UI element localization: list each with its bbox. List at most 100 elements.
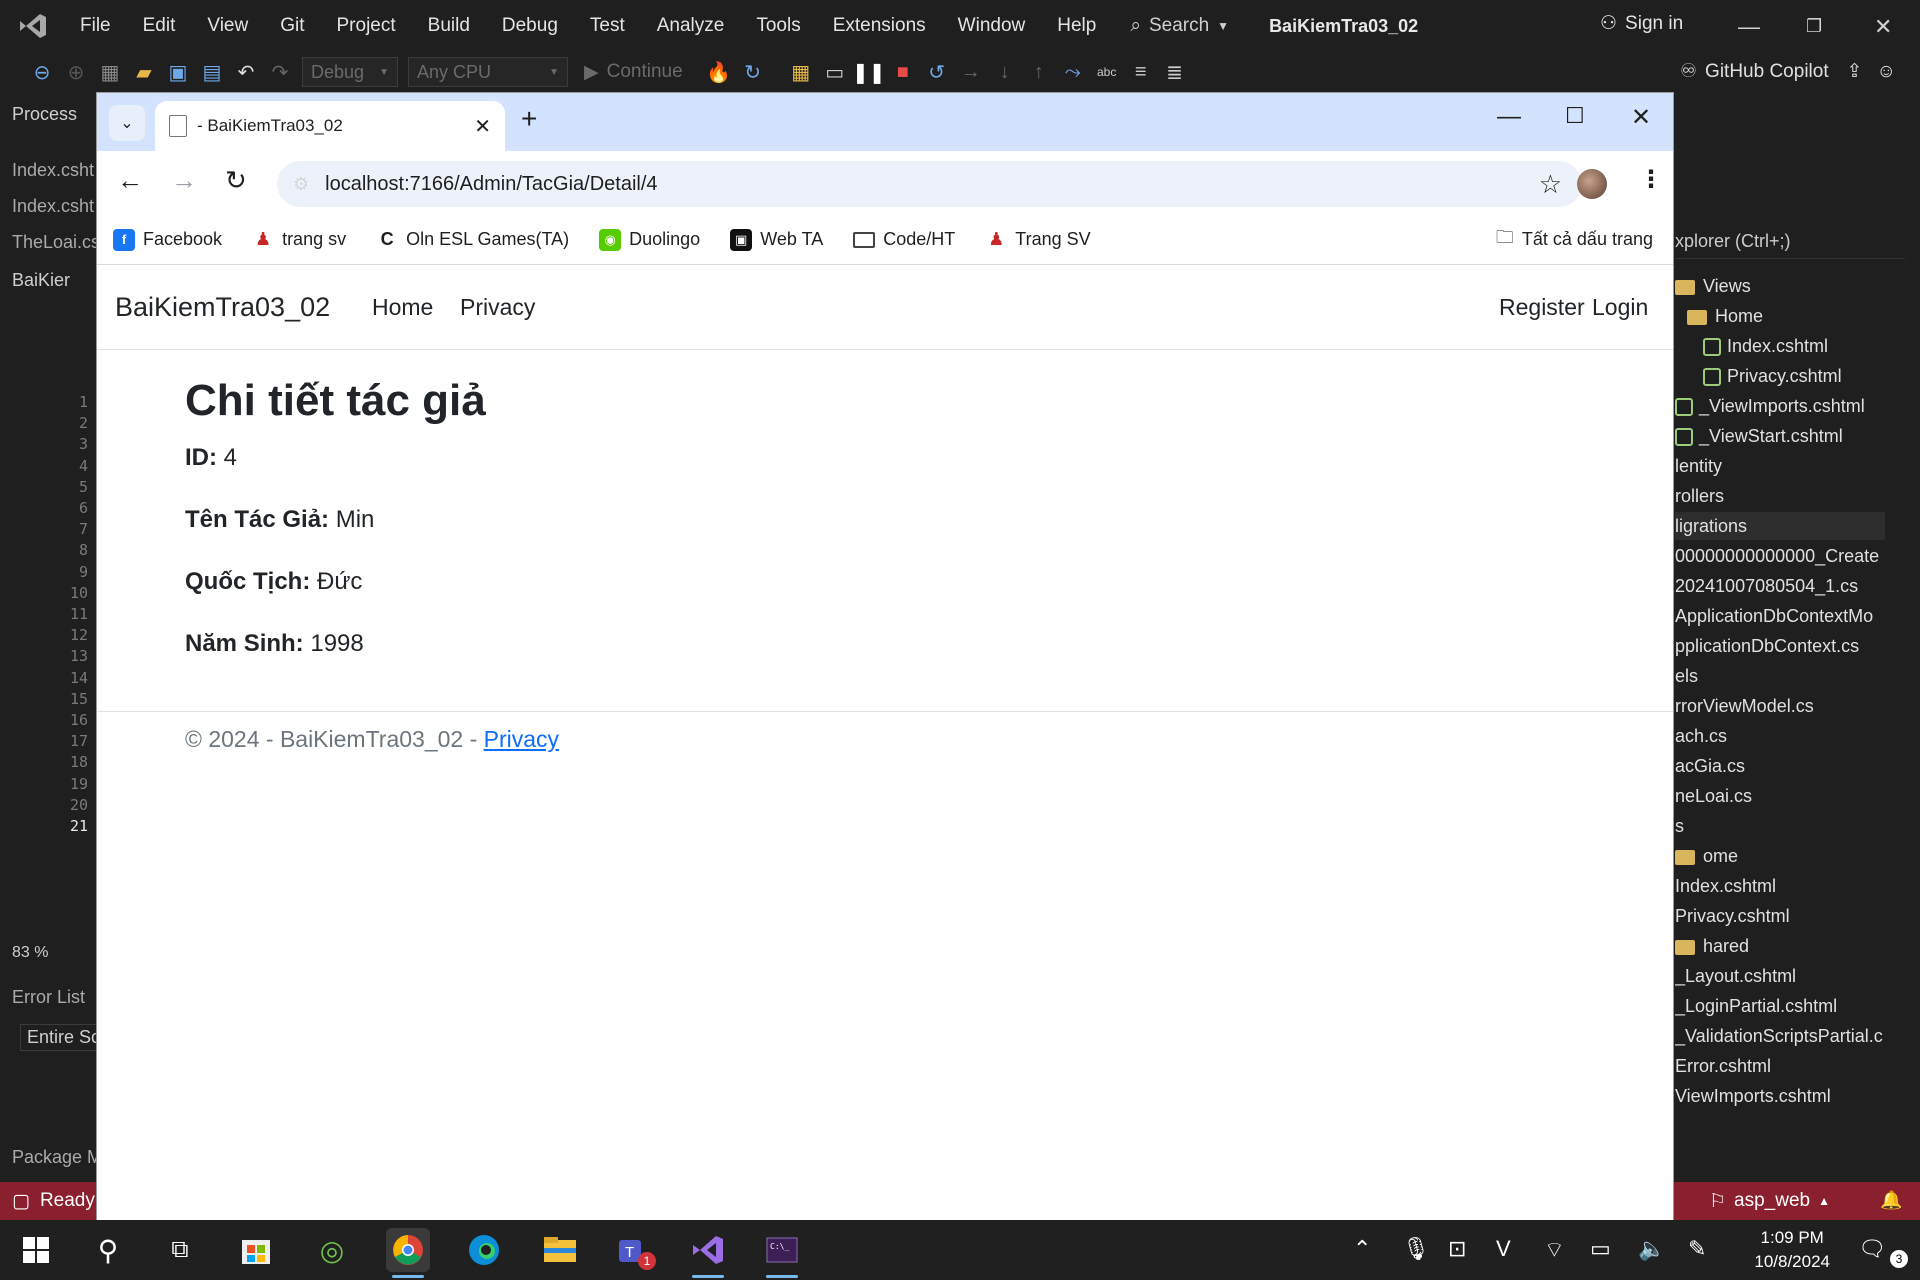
solution-tree-item[interactable]: neLoai.cs [1675,782,1752,810]
undo-icon[interactable]: ↶ [234,60,258,84]
menu-window[interactable]: Window [942,0,1042,52]
sign-in-button[interactable]: ⚇ Sign in [1600,12,1683,35]
menu-debug[interactable]: Debug [486,0,574,52]
battery-icon[interactable]: ▭ [1590,1236,1611,1262]
step-out-icon[interactable]: ↑ [1027,60,1051,84]
diagnostics-icon[interactable]: ⤳ [1061,60,1085,84]
terminal-icon[interactable]: C:\_ [760,1228,804,1278]
explorer-search-input[interactable]: xplorer (Ctrl+;) [1675,231,1905,259]
menu-build[interactable]: Build [412,0,486,52]
menu-tools[interactable]: Tools [740,0,816,52]
visual-studio-logo-icon[interactable] [16,11,50,41]
pause-icon[interactable]: ❚❚ [852,60,886,84]
nav-register-link[interactable]: Register [1499,294,1585,321]
solution-tree-item[interactable]: Privacy.cshtml [1675,902,1790,930]
nav-home-link[interactable]: Home [372,294,433,321]
new-tab-button[interactable]: + [521,103,537,135]
bookmark-star-icon[interactable]: ☆ [1539,169,1562,200]
browser-maximize-button[interactable]: ☐ [1565,103,1585,129]
nav-privacy-link[interactable]: Privacy [460,294,535,321]
vpn-icon[interactable]: V [1496,1236,1511,1262]
doc-tab-theloai[interactable]: TheLoai.cs [12,232,100,253]
spellcheck-icon[interactable]: abc [1095,60,1119,84]
visual-studio-icon[interactable] [686,1228,730,1278]
back-arrow-icon[interactable]: ← [117,165,143,196]
solution-tree-item[interactable]: Privacy.cshtml [1703,362,1842,390]
system-clock[interactable]: 1:09 PM 10/8/2024 [1754,1226,1830,1274]
bookmark-item[interactable]: Code/HT [853,229,955,250]
solution-tree-item[interactable]: Index.cshtml [1675,872,1776,900]
config-dropdown[interactable]: Debug ▼ [302,57,398,87]
platform-dropdown[interactable]: Any CPU ▼ [408,57,568,87]
error-list-tab[interactable]: Error List [12,987,85,1008]
solution-tree-item[interactable]: _ViewImports.cshtml [1675,392,1865,420]
profile-avatar[interactable] [1577,169,1607,199]
wifi-icon[interactable]: ⌔ [1544,1236,1565,1264]
vs-restore-button[interactable]: ❐ [1806,16,1822,37]
nav-login-link[interactable]: Login [1592,294,1648,321]
url-input[interactable]: localhost:7166/Admin/TacGia/Detail/4 [325,173,657,196]
remote-icon[interactable]: ⊡ [1448,1236,1466,1262]
browser-minimize-button[interactable]: — [1497,103,1521,131]
menu-project[interactable]: Project [321,0,412,52]
solution-tree-item[interactable]: rollers [1675,482,1724,510]
solution-tree-item[interactable]: 20241007080504_1.cs [1675,572,1858,600]
step-into-icon[interactable]: ↓ [993,60,1017,84]
tab-search-button[interactable]: ⌄ [109,105,145,141]
app-check-icon[interactable]: ◎ [310,1228,354,1272]
all-bookmarks-button[interactable]: 🗀 Tất cả dấu trang [1496,225,1653,255]
menu-edit[interactable]: Edit [127,0,192,52]
search-icon[interactable]: ⚲ [86,1228,130,1272]
device-icon[interactable]: ▭ [823,60,847,84]
bookmark-item[interactable]: ♟ trang sv [252,229,346,251]
browser-close-button[interactable]: ✕ [1631,103,1651,132]
vs-minimize-button[interactable]: — [1738,14,1760,40]
site-info-icon[interactable]: ⚙ [293,174,309,195]
solution-tree-item[interactable]: lentity [1675,452,1722,480]
vs-close-button[interactable]: ✕ [1874,14,1892,40]
bookmark-item[interactable]: C Oln ESL Games(TA) [376,229,570,251]
process-label[interactable]: Process [12,104,77,125]
teams-icon[interactable]: T 1 [612,1228,656,1272]
windows-start-icon[interactable] [14,1228,58,1272]
zoom-level[interactable]: 83 % [12,944,48,962]
bookmark-item[interactable]: ◉ Duolingo [599,228,700,251]
solution-tree-item[interactable]: pplicationDbContext.cs [1675,632,1859,660]
menu-analyze[interactable]: Analyze [641,0,741,52]
vs-search-box[interactable]: ⌕ Search ▼ [1130,15,1229,37]
doc-tab-index-1[interactable]: Index.csht [12,160,94,181]
hot-reload-icon[interactable]: 🔥 [706,60,731,84]
format-icon[interactable]: ≣ [1163,60,1187,84]
menu-git[interactable]: Git [264,0,320,52]
new-item-icon[interactable]: ▦ [98,60,122,84]
solution-tree-item[interactable]: Error.cshtml [1675,1052,1771,1080]
solution-tree-item[interactable]: 00000000000000_Create [1675,542,1879,570]
forward-nav-icon[interactable]: ⊕ [64,60,88,84]
volume-icon[interactable]: 🔈 [1638,1236,1665,1262]
browser-tab-active[interactable]: - BaiKiemTra03_02 ✕ [155,101,505,151]
chevron-up-icon[interactable]: ⌃ [1353,1236,1371,1262]
save-icon[interactable]: ▣ [166,60,190,84]
solution-tree-item[interactable]: els [1675,662,1698,690]
menu-test[interactable]: Test [574,0,641,52]
menu-file[interactable]: File [64,0,127,52]
bookmark-item[interactable]: f Facebook [113,228,222,251]
close-tab-icon[interactable]: ✕ [474,114,491,139]
menu-view[interactable]: View [191,0,264,52]
continue-button[interactable]: ▶ Continue [584,61,683,84]
solution-tree-item[interactable]: _LoginPartial.cshtml [1675,992,1837,1020]
restart-icon[interactable]: ↺ [925,60,949,84]
solution-tree-item[interactable]: _Layout.cshtml [1675,962,1796,990]
solution-tree-item[interactable]: _ValidationScriptsPartial.c [1675,1022,1883,1050]
microsoft-store-icon[interactable] [234,1228,278,1272]
doc-tab-project[interactable]: BaiKier [12,270,70,291]
solution-tree-item[interactable]: Views [1675,272,1751,300]
file-explorer-icon[interactable] [538,1228,582,1272]
solution-tree-item[interactable]: ApplicationDbContextMo [1675,602,1873,630]
solution-tree-item[interactable]: Home [1687,302,1763,330]
github-copilot-button[interactable]: ♾ GitHub Copilot ⇪ ☺ [1680,60,1896,83]
notification-center-icon[interactable]: 🗨 [1858,1236,1886,1262]
chrome-icon[interactable] [386,1228,430,1278]
save-all-icon[interactable]: ▤ [200,60,224,84]
refresh-icon[interactable]: ↻ [741,60,765,84]
